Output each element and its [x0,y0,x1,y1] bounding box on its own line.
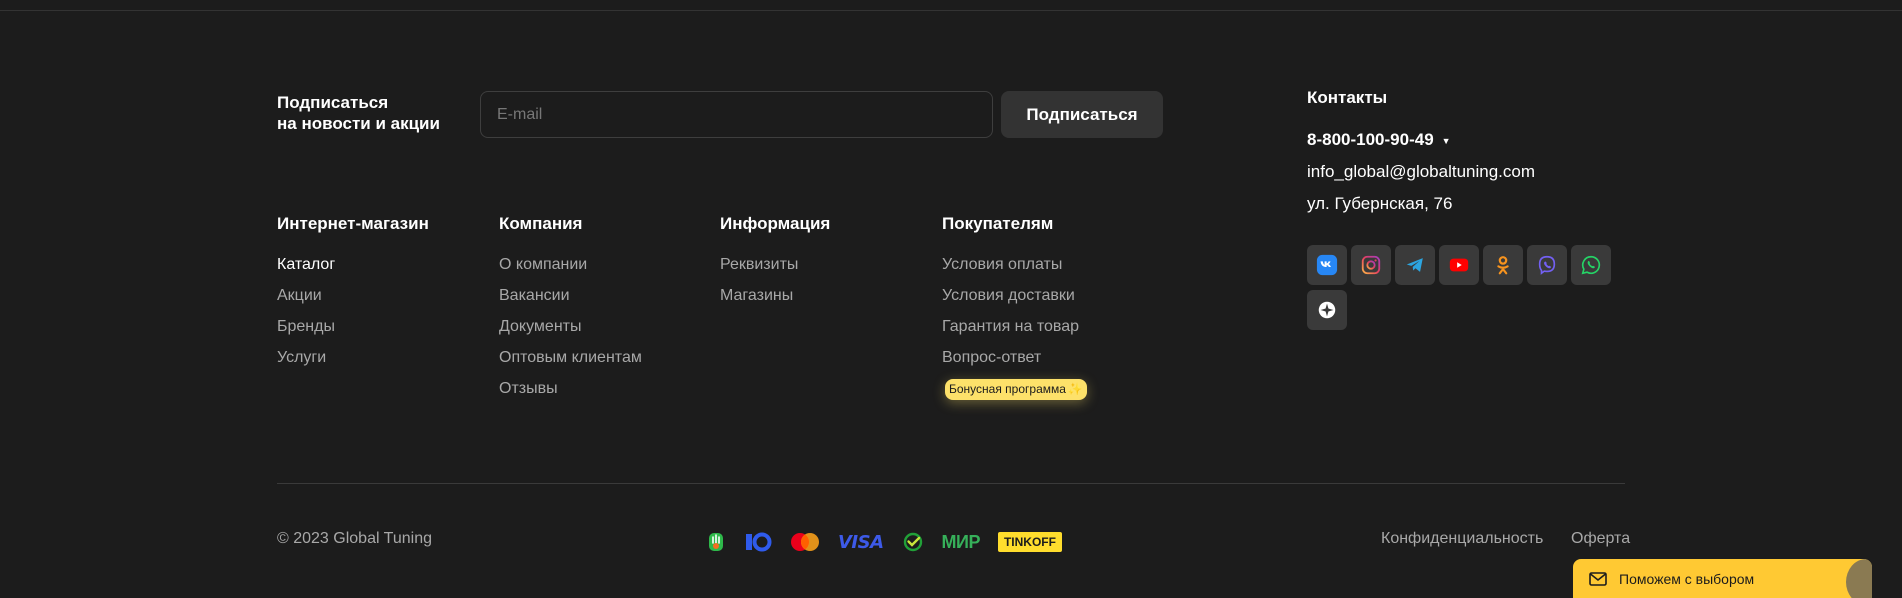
payment-methods: VISA МИР TINKOFF [706,530,1080,554]
bonus-program-item: Бонусная программа ✨ [942,379,1087,410]
sber-icon [902,531,924,553]
link-documents[interactable]: Документы [499,317,642,348]
caret-down-icon[interactable]: ▼ [1442,136,1451,146]
top-divider [0,10,1902,11]
telegram-icon[interactable] [1395,245,1435,285]
link-vacancies[interactable]: Вакансии [499,286,642,317]
vk-icon[interactable] [1307,245,1347,285]
contact-address: ул. Губернская, 76 [1307,194,1453,213]
link-stores[interactable]: Магазины [720,286,830,317]
column-title: Покупателям [942,214,1054,233]
odnoklassniki-icon[interactable] [1483,245,1523,285]
phone-number[interactable]: 8-800-100-90-49 ▼ [1307,130,1535,150]
youtube-icon[interactable] [1439,245,1479,285]
subscribe-title: Подписаться на новости и акции [277,93,440,133]
link-delivery-terms[interactable]: Условия доставки [942,286,1087,317]
social-links [1307,245,1617,331]
column-title: Компания [499,214,583,233]
subscribe-button[interactable]: Подписаться [1001,91,1163,138]
link-services[interactable]: Услуги [277,348,429,379]
contacts-block: Контакты 8-800-100-90-49 ▼ info_global@gl… [1307,88,1535,226]
mastercard-icon [790,532,820,552]
whatsapp-icon[interactable] [1571,245,1611,285]
sparkle-icon: ✨ [1067,382,1083,396]
column-title: Информация [720,214,831,233]
compass-icon[interactable] [1307,290,1347,330]
yoomoney-icon [744,532,772,552]
footer-column-company: Компания О компании Вакансии Документы О… [499,214,642,410]
mail-icon [1589,571,1607,586]
footer-column-shop: Интернет-магазин Каталог Акции Бренды Ус… [277,214,429,379]
help-widget-label: Поможем с выбором [1619,570,1755,587]
link-faq[interactable]: Вопрос-ответ [942,348,1087,379]
sbp-icon [706,531,726,553]
column-title: Интернет-магазин [277,214,429,233]
visa-logo: VISA [838,531,884,553]
link-brands[interactable]: Бренды [277,317,429,348]
bonus-program-label: Бонусная программа [949,382,1066,396]
mir-logo: МИР [941,531,981,552]
link-promotions[interactable]: Акции [277,286,429,317]
help-widget[interactable]: Поможем с выбором [1573,559,1872,598]
copyright: © 2023 Global Tuning [277,530,433,547]
privacy-link[interactable]: Конфиденциальность [1381,530,1543,548]
viber-icon[interactable] [1527,245,1567,285]
offer-link[interactable]: Оферта [1571,530,1630,548]
link-requisites[interactable]: Реквизиты [720,255,830,286]
link-payment-terms[interactable]: Условия оплаты [942,255,1087,286]
contacts-title: Контакты [1307,88,1388,107]
footer-column-customers: Покупателям Условия оплаты Условия доста… [942,214,1087,410]
avatar [1846,559,1872,598]
email-input[interactable] [480,91,993,138]
tinkoff-logo: TINKOFF [997,532,1062,552]
link-catalog[interactable]: Каталог [277,255,429,286]
link-wholesale[interactable]: Оптовым клиентам [499,348,642,379]
bonus-program-badge[interactable]: Бонусная программа ✨ [945,379,1087,400]
instagram-icon[interactable] [1351,245,1391,285]
contact-email-link[interactable]: info_global@globaltuning.com [1307,162,1535,182]
link-warranty[interactable]: Гарантия на товар [942,317,1087,348]
link-about[interactable]: О компании [499,255,642,286]
footer-divider [277,483,1625,484]
link-reviews[interactable]: Отзывы [499,379,642,410]
footer-column-info: Информация Реквизиты Магазины [720,214,830,317]
